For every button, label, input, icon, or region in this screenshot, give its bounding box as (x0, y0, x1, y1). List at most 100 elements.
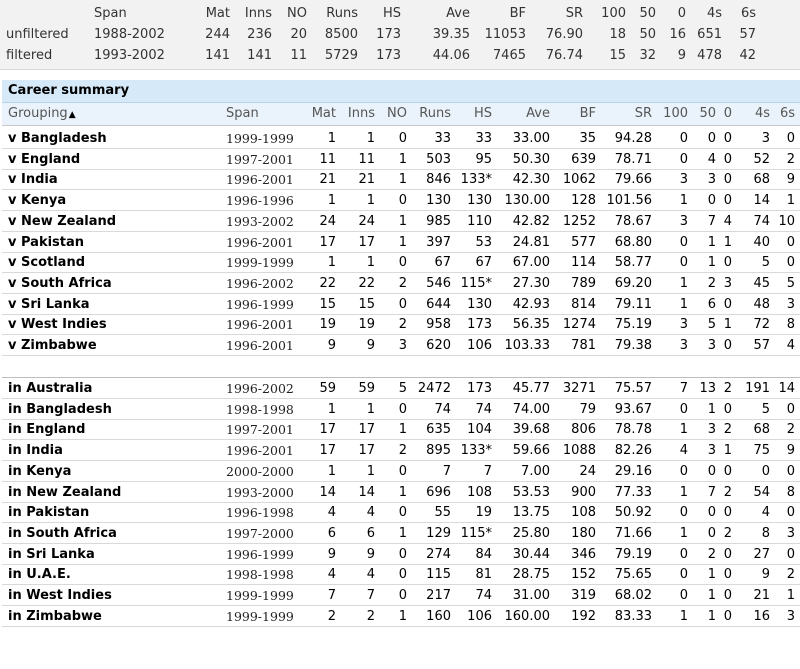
table-cell: 104 (467, 422, 492, 438)
overall-col-header-6s: 6s (740, 6, 756, 21)
table-cell: 15 (358, 296, 375, 312)
table-cell: 0 (786, 131, 795, 146)
career-col-header-span[interactable]: Span (226, 104, 306, 124)
table-cell: 781 (571, 338, 596, 353)
table-cell: 0 (723, 401, 732, 417)
span-cell: 1996-2001 (226, 234, 294, 250)
overall-cell: 478 (697, 48, 722, 63)
table-cell: 75.65 (614, 567, 652, 583)
table-cell: 53 (475, 234, 492, 250)
span-cell: 1999-1999 (226, 608, 294, 624)
table-cell: 103.33 (504, 338, 551, 353)
overall-cell: 244 (205, 27, 230, 42)
table-cell: 115* (460, 525, 492, 541)
career-col-header-bf[interactable]: BF (555, 104, 596, 124)
overall-cell: 18 (609, 27, 626, 42)
table-cell: 28.75 (512, 567, 550, 583)
table-cell: 4 (707, 151, 716, 167)
career-col-header-ave[interactable]: Ave (498, 104, 550, 124)
career-col-header-runs[interactable]: Runs (410, 104, 451, 124)
grouping-label: v Zimbabwe (8, 338, 97, 353)
table-cell: 3 (707, 422, 716, 438)
table-cell: 1 (327, 131, 336, 146)
table-cell: 42.30 (512, 172, 550, 188)
table-cell: 9 (327, 338, 336, 353)
table-cell: 56.35 (512, 317, 550, 333)
career-col-header-grouping-sort[interactable]: Grouping▲ (8, 104, 208, 124)
table-cell: 846 (426, 172, 451, 188)
table-cell: 0 (707, 463, 716, 479)
span-cell: 1997-2000 (226, 525, 294, 541)
sort-ascending-icon[interactable]: ▲ (69, 110, 76, 120)
table-cell: 68.02 (614, 588, 652, 603)
grouping-label: v Pakistan (8, 234, 85, 250)
table-cell: 958 (426, 317, 451, 333)
span-cell: 1997-2001 (226, 151, 294, 167)
career-col-header-4s[interactable]: 4s (736, 104, 770, 124)
table-cell: 4 (761, 505, 770, 521)
table-cell: 0 (679, 505, 688, 521)
career-col-header-sr[interactable]: SR (598, 104, 652, 124)
table-cell: 27.30 (512, 275, 550, 291)
table-cell: 71.66 (614, 525, 652, 541)
table-cell: 0 (723, 505, 732, 521)
table-cell: 74 (753, 213, 770, 229)
table-cell: 24 (579, 463, 596, 479)
table-cell: 7 (679, 381, 688, 396)
career-col-header-mat[interactable]: Mat (306, 104, 336, 124)
table-cell: 59 (358, 381, 375, 396)
career-col-header-50[interactable]: 50 (690, 104, 716, 124)
table-cell: 1 (327, 193, 336, 209)
career-col-header-100[interactable]: 100 (656, 104, 688, 124)
table-cell: 79.38 (614, 338, 652, 353)
table-cell: 79 (579, 401, 596, 417)
table-cell: 130 (467, 193, 492, 209)
span-cell: 1996-2002 (226, 381, 294, 396)
career-col-header-no[interactable]: NO (380, 104, 407, 124)
table-cell: 2 (786, 422, 795, 438)
career-col-header-0[interactable]: 0 (718, 104, 732, 124)
table-cell: 82.26 (614, 443, 652, 459)
table-cell: 83.33 (614, 608, 652, 624)
table-cell: 319 (571, 588, 596, 603)
table-cell: 0 (723, 151, 732, 167)
table-cell: 1 (679, 484, 688, 500)
table-cell: 0 (786, 546, 795, 562)
table-cell: 2 (707, 546, 716, 562)
career-col-header-6s[interactable]: 6s (772, 104, 795, 124)
table-cell: 0 (398, 131, 407, 146)
table-cell: 1 (679, 422, 688, 438)
table-cell: 59 (319, 381, 336, 396)
table-cell: 75.57 (614, 381, 652, 396)
table-cell: 0 (707, 505, 716, 521)
overall-cell: 5729 (324, 48, 358, 63)
table-cell: 14 (319, 484, 336, 500)
table-cell: 53.53 (512, 484, 550, 500)
span-cell: 1996-2001 (226, 338, 294, 353)
table-cell: 1 (398, 608, 407, 624)
table-cell: 7 (442, 463, 451, 479)
span-cell: 1996-2001 (226, 443, 294, 459)
table-cell: 9 (786, 172, 795, 188)
table-cell: 68 (753, 422, 770, 438)
table-cell: 1 (679, 608, 688, 624)
table-cell: 35 (579, 131, 596, 146)
table-cell: 3 (786, 525, 795, 541)
table-cell: 0 (723, 338, 732, 353)
table-cell: 17 (319, 443, 336, 459)
career-col-header-inns[interactable]: Inns (340, 104, 375, 124)
table-cell: 75.19 (614, 317, 652, 333)
table-cell: 639 (571, 151, 596, 167)
table-cell: 0 (398, 193, 407, 209)
career-col-header-hs[interactable]: HS (455, 104, 492, 124)
table-cell: 0 (707, 131, 716, 146)
table-cell: 1 (398, 172, 407, 188)
table-cell: 1 (679, 525, 688, 541)
table-cell: 192 (571, 608, 596, 624)
table-cell: 152 (571, 567, 596, 583)
table-cell: 45 (753, 275, 770, 291)
table-cell: 11 (319, 151, 336, 167)
table-cell: 1 (679, 296, 688, 312)
table-cell: 0 (723, 608, 732, 624)
table-cell: 346 (571, 546, 596, 562)
